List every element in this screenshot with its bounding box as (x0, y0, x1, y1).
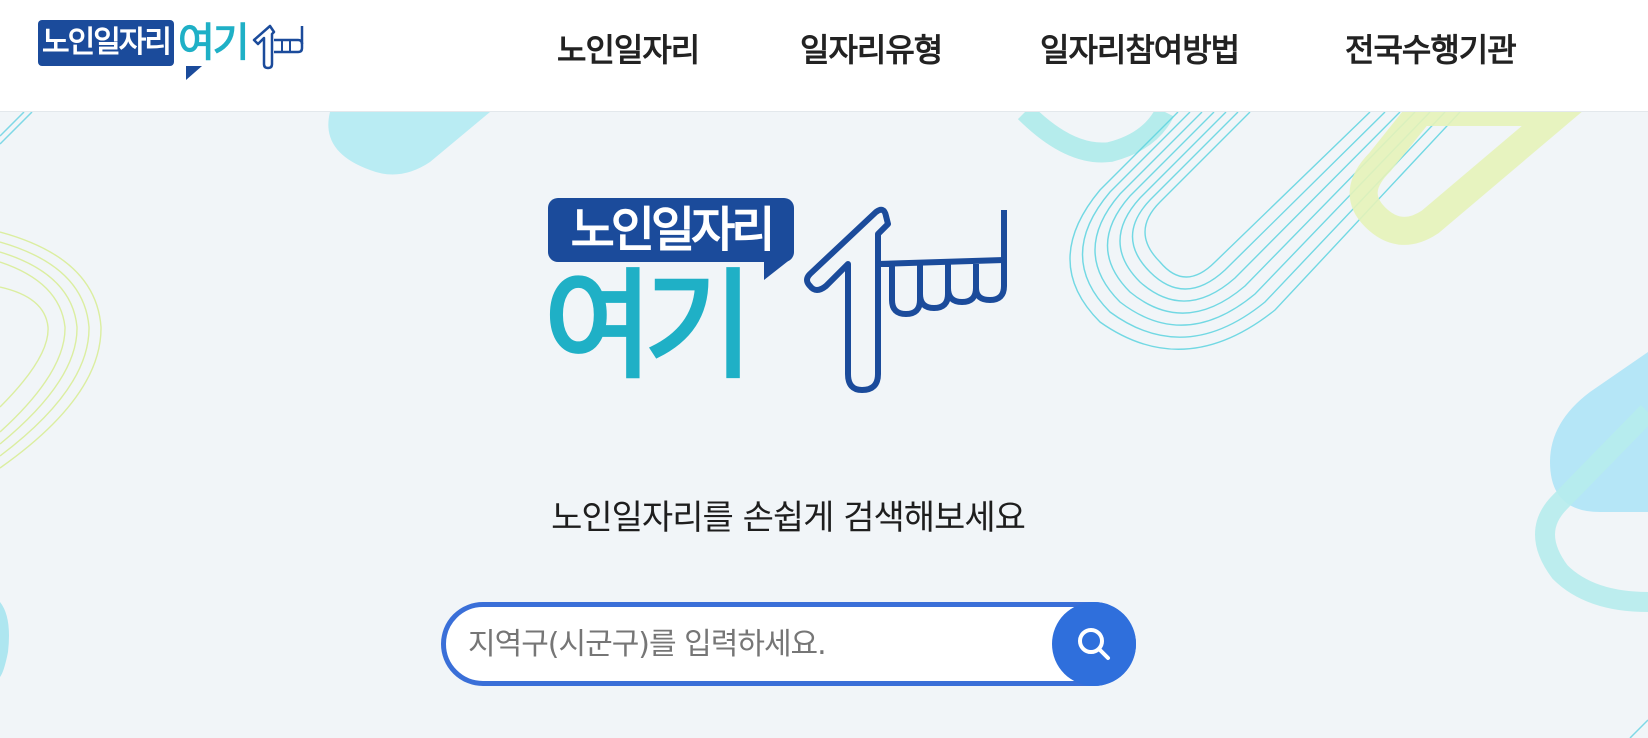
nav-item-agencies[interactable]: 전국수행기관 (1345, 28, 1517, 72)
nav-item-senior-jobs[interactable]: 노인일자리 (557, 28, 700, 72)
main-nav: 노인일자리 일자리유형 일자리참여방법 전국수행기관 (0, 28, 1648, 72)
site-header: 노인일자리 여기 노인일자리 일자리유형 일자리참여방법 전국수행기관 (0, 0, 1648, 112)
search-button[interactable] (1052, 602, 1136, 686)
hero-logo-here-text: 여기 (544, 257, 753, 395)
hero-tagline: 노인일자리를 손쉽게 검색해보세요 (551, 498, 1026, 538)
region-search-input[interactable] (468, 607, 1028, 681)
hero-logo: 노인일자리 여기 (544, 198, 1038, 398)
hero-logo-tail (764, 258, 792, 280)
nav-item-job-types[interactable]: 일자리유형 (800, 28, 943, 72)
hero-section: 노인일자리 여기 노인일자리를 손쉽게 검색해보세요 (0, 112, 1648, 738)
search-icon (1078, 628, 1110, 660)
nav-item-participation[interactable]: 일자리참여방법 (1040, 28, 1240, 72)
hero-logo-box: 노인일자리 (548, 198, 794, 262)
pointing-hand-icon (804, 206, 1007, 393)
region-search-form (441, 602, 1136, 686)
